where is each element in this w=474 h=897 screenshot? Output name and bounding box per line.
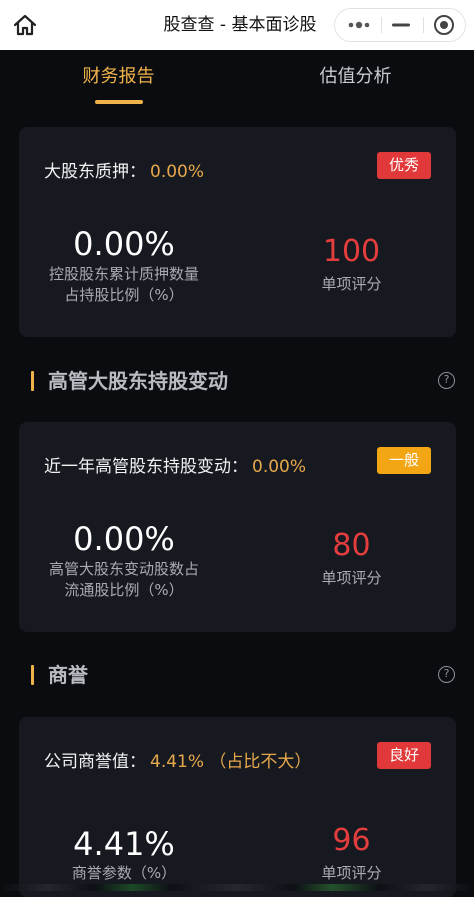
holding-change-card: 近一年高管股东持股变动： 0.00% 一般 0.00% 高管大股东变动股数占 流通… <box>19 422 456 632</box>
rating-badge: 一般 <box>376 447 431 474</box>
metric-description-line1: 控股股东累计质押数量 <box>48 265 199 283</box>
rating-badge: 优秀 <box>376 152 431 179</box>
active-tab-indicator <box>95 100 143 104</box>
section-header-goodwill: 商誉 ? <box>0 655 474 695</box>
card-heading-value: 4.41% （占比不大） <box>150 752 312 772</box>
top-bar: 股查查 - 基本面诊股 <box>0 0 474 50</box>
metric-value: 0.00% <box>73 520 175 558</box>
card-heading: 大股东质押： 0.00% <box>44 157 204 182</box>
card-heading: 公司商誉值： 4.41% （占比不大） <box>44 747 311 772</box>
help-icon[interactable]: ? <box>438 666 455 683</box>
item-score-label: 单项评分 <box>321 864 382 882</box>
section-header-holding-change: 高管大股东持股变动 ? <box>0 361 474 401</box>
section-accent-bar <box>31 371 34 391</box>
more-button[interactable] <box>339 9 379 41</box>
help-icon[interactable]: ? <box>438 372 455 389</box>
card-heading: 近一年高管股东持股变动： 0.00% <box>44 452 306 477</box>
card-heading-value: 0.00% <box>150 162 205 182</box>
minimize-button[interactable] <box>381 9 421 41</box>
page-title: 股查查 - 基本面诊股 <box>163 15 317 35</box>
card-heading-label: 公司商誉值： <box>44 752 146 772</box>
goodwill-card: 公司商誉值： 4.41% （占比不大） 良好 4.41% 商誉参数（%） 96 单… <box>19 717 456 897</box>
tab-valuation-analysis[interactable]: 估值分析 <box>237 50 474 112</box>
target-circle-icon <box>434 15 454 35</box>
metric-value: 4.41% <box>73 825 175 863</box>
more-dots-icon <box>348 21 370 29</box>
card-heading-label: 近一年高管股东持股变动： <box>44 457 248 477</box>
metric-value: 0.00% <box>73 225 175 263</box>
rating-badge: 良好 <box>376 742 431 769</box>
card-heading-value: 0.00% <box>252 457 307 477</box>
section-title: 商誉 <box>48 663 88 687</box>
pledge-card: 大股东质押： 0.00% 优秀 0.00% 控股股东累计质押数量 占持股比例（%）… <box>19 127 456 337</box>
minus-icon <box>392 23 410 27</box>
metric-description-line1: 高管大股东变动股数占 <box>48 560 199 578</box>
bottom-edge-artifact <box>0 884 474 891</box>
mini-program-capsule <box>334 8 466 42</box>
item-score-label: 单项评分 <box>321 275 382 293</box>
section-title: 高管大股东持股变动 <box>48 369 228 393</box>
tab-bar: 财务报告 估值分析 <box>0 50 474 112</box>
item-score: 96 <box>332 823 371 858</box>
close-button[interactable] <box>424 9 464 41</box>
home-icon <box>13 14 37 36</box>
home-button[interactable] <box>10 12 40 38</box>
metric-description-line2: 占持股比例（%） <box>64 286 184 304</box>
card-heading-label: 大股东质押： <box>44 162 146 182</box>
metric-description-line2: 流通股比例（%） <box>64 581 184 599</box>
metric-description-line1: 商誉参数（%） <box>71 864 177 882</box>
section-accent-bar <box>31 665 34 685</box>
item-score-label: 单项评分 <box>321 569 382 587</box>
item-score: 100 <box>322 234 381 269</box>
item-score: 80 <box>332 528 371 563</box>
